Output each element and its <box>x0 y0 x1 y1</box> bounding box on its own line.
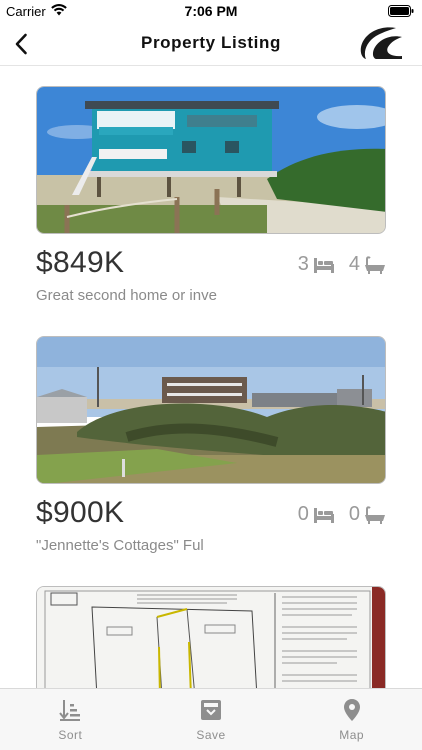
tab-sort[interactable]: Sort <box>0 689 141 750</box>
bed-icon <box>313 507 334 523</box>
map-pin-icon <box>343 699 360 721</box>
listing-description: "Jennette's Cottages" Ful <box>36 537 204 554</box>
wave-logo-icon <box>360 27 402 59</box>
tab-label: Sort <box>58 728 83 742</box>
status-bar: Carrier 7:06 PM <box>0 0 422 22</box>
bathtub-icon <box>365 505 385 524</box>
listing-card[interactable]: $849K 3 4 Great second home or inve <box>36 86 386 304</box>
status-time: 7:06 PM <box>184 3 238 19</box>
amenities: 0 0 <box>298 503 386 526</box>
listing-card[interactable]: $900K 0 0 "Jennette's Cottages" Ful <box>36 336 386 554</box>
property-photo[interactable] <box>36 586 386 688</box>
sort-icon <box>59 700 81 721</box>
bed-icon <box>313 257 334 273</box>
listing-price: $849K <box>36 246 125 279</box>
battery-icon <box>388 5 414 17</box>
tab-bar: Sort Save Map <box>0 688 422 750</box>
property-photo[interactable] <box>36 336 386 484</box>
property-list[interactable]: $849K 3 4 Great second home or inve $900… <box>0 67 422 688</box>
tab-map[interactable]: Map <box>281 689 422 750</box>
listing-description: Great second home or inve <box>36 287 217 304</box>
baths-count: 4 <box>348 253 360 275</box>
listing-card[interactable] <box>36 586 386 688</box>
tab-label: Map <box>339 728 365 742</box>
amenities: 3 4 <box>298 253 386 276</box>
beds-count: 3 <box>297 253 309 275</box>
beds-count: 0 <box>297 503 309 525</box>
save-icon <box>201 700 221 720</box>
property-photo[interactable] <box>36 86 386 234</box>
tab-label: Save <box>196 728 226 742</box>
baths-count: 0 <box>348 503 360 525</box>
listing-price: $900K <box>36 496 125 529</box>
bathtub-icon <box>365 255 385 274</box>
navigation-bar: Property Listing <box>0 22 422 66</box>
tab-save[interactable]: Save <box>141 689 282 750</box>
